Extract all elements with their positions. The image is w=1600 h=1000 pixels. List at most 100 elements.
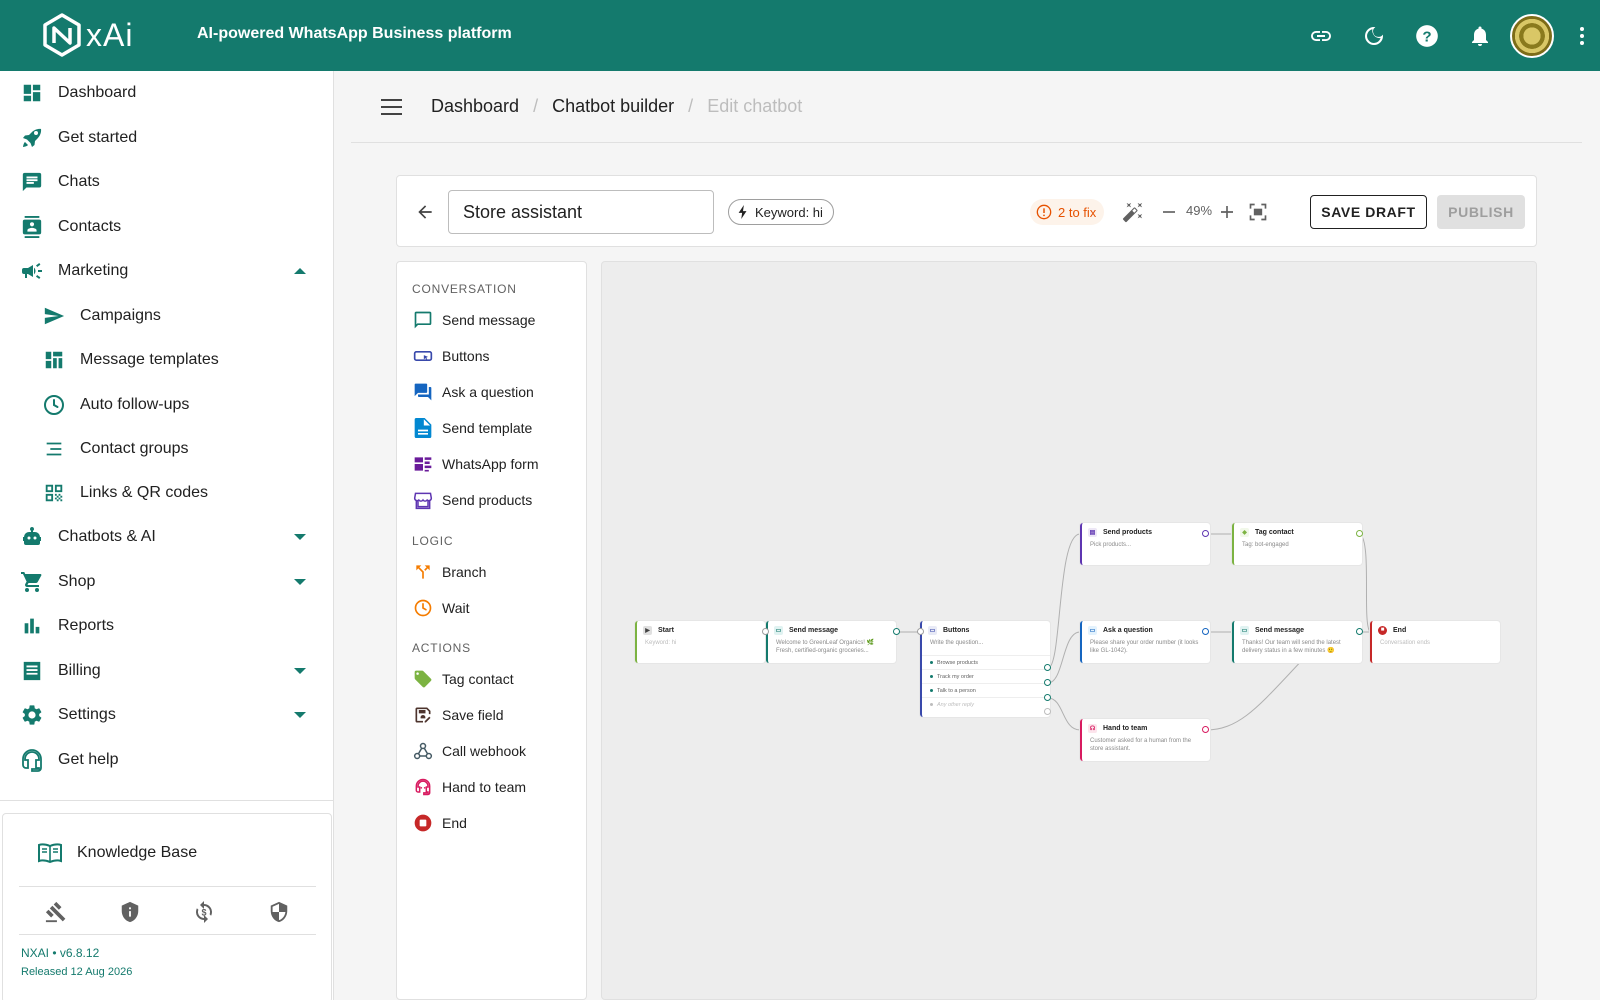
output-port[interactable] (1202, 726, 1209, 733)
sidebar-item-billing[interactable]: Billing (0, 649, 333, 693)
palette-item-ask-question[interactable]: Ask a question (412, 378, 534, 406)
palette-item-send-products[interactable]: Send products (412, 486, 532, 514)
sidebar-item-reports[interactable]: Reports (0, 604, 333, 648)
breadcrumb-current: Edit chatbot (707, 96, 803, 116)
flow-node-buttons[interactable]: ▭ Buttons Write the question... Browse pr… (920, 621, 1050, 717)
chevron-down-icon[interactable] (294, 579, 306, 585)
node-palette: CONVERSATION Send message Buttons Ask a … (396, 261, 587, 1000)
flow-node-start[interactable]: ▶ Start Keyword: hi (635, 621, 765, 663)
notifications-icon[interactable] (1453, 0, 1506, 71)
flow-node-end[interactable]: ■ End Conversation ends (1370, 621, 1500, 663)
sidebar-item-chats[interactable]: Chats (0, 160, 333, 204)
output-port[interactable] (1356, 628, 1363, 635)
sidebar-item-dashboard[interactable]: Dashboard (0, 71, 333, 115)
sidebar-item-auto-follow-ups[interactable]: Auto follow-ups (0, 383, 333, 427)
sidebar-item-contact-groups[interactable]: Contact groups (0, 427, 333, 471)
publish-button[interactable]: PUBLISH (1437, 195, 1525, 229)
knowledge-base-link[interactable]: Knowledge Base (37, 842, 197, 864)
gavel-icon[interactable] (45, 901, 67, 928)
chevron-down-icon[interactable] (294, 712, 306, 718)
button-option[interactable]: Browse products (922, 655, 1050, 669)
sidebar-item-shop[interactable]: Shop (0, 560, 333, 604)
palette-item-tag-contact[interactable]: Tag contact (412, 665, 514, 693)
sidebar-item-message-templates[interactable]: Message templates (0, 338, 333, 382)
any-reply-option[interactable]: Any other reply (922, 697, 1050, 711)
palette-item-whatsapp-form[interactable]: WhatsApp form (412, 450, 538, 478)
output-port[interactable] (1356, 530, 1363, 537)
button-option[interactable]: Track my order (922, 669, 1050, 683)
chevron-down-icon[interactable] (294, 534, 306, 540)
flow-node-ask-question[interactable]: ▭ Ask a question Please share your order … (1080, 621, 1210, 663)
palette-item-buttons[interactable]: Buttons (412, 342, 489, 370)
palette-item-call-webhook[interactable]: Call webhook (412, 737, 526, 765)
sidebar-item-campaigns[interactable]: Campaigns (0, 294, 333, 338)
palette-item-label: Send message (442, 312, 536, 328)
flow-node-send-message-2[interactable]: ▭ Send message Thanks! Our team will send… (1232, 621, 1362, 663)
palette-item-send-message[interactable]: Send message (412, 306, 535, 334)
refund-icon[interactable]: $ (192, 900, 216, 929)
privacy-shield-icon[interactable] (268, 901, 290, 928)
sidebar-item-chatbots[interactable]: Chatbots & AI (0, 515, 333, 559)
sidebar-item-links-qr[interactable]: Links & QR codes (0, 471, 333, 515)
fit-view-icon[interactable] (1244, 198, 1272, 226)
sidebar-item-marketing[interactable]: Marketing (0, 249, 333, 293)
save-draft-button[interactable]: SAVE DRAFT (1310, 195, 1427, 229)
output-port[interactable] (1202, 628, 1209, 635)
more-vert-icon[interactable] (1564, 0, 1600, 71)
node-title: Send message (789, 626, 839, 634)
shield-info-icon[interactable] (119, 901, 141, 928)
logo-icon (43, 13, 81, 57)
message-icon (412, 309, 434, 331)
bar-chart-icon (19, 613, 45, 639)
auto-layout-wand-icon[interactable] (1119, 198, 1147, 226)
chevron-up-icon[interactable] (294, 268, 306, 274)
logo[interactable]: xAi (42, 13, 133, 57)
button-option[interactable]: Talk to a person (922, 683, 1050, 697)
zoom-out-icon[interactable] (1155, 198, 1183, 226)
menu-icon[interactable] (381, 99, 402, 115)
help-icon[interactable]: ? (1400, 0, 1453, 71)
input-port[interactable] (917, 628, 924, 635)
issues-badge[interactable]: 2 to fix (1030, 199, 1105, 225)
output-port[interactable] (1044, 708, 1051, 715)
breadcrumb-chatbot-builder[interactable]: Chatbot builder (552, 96, 674, 117)
flow-node-hand-to-team[interactable]: ☊ Hand to team Customer asked for a human… (1080, 719, 1210, 761)
avatar[interactable] (1510, 13, 1554, 58)
contacts-icon (19, 214, 45, 240)
palette-item-save-field[interactable]: Save field (412, 701, 503, 729)
palette-item-label: Call webhook (442, 743, 527, 759)
flow-node-send-message[interactable]: ▭ Send message Welcome to GreenLeaf Organ… (766, 621, 896, 663)
sidebar-item-contacts[interactable]: Contacts (0, 205, 333, 249)
dark-mode-icon[interactable] (1347, 0, 1400, 71)
sidebar-item-settings[interactable]: Settings (0, 693, 333, 737)
keyword-trigger-chip[interactable]: Keyword: hi (728, 199, 834, 225)
output-port[interactable] (1044, 694, 1051, 701)
output-port[interactable] (893, 628, 900, 635)
palette-item-branch[interactable]: Branch (412, 558, 486, 586)
knowledge-base-card: Knowledge Base $ NXAI • v6.8.12 Released… (2, 813, 332, 1000)
sidebar-item-get-help[interactable]: Get help (0, 738, 333, 782)
back-arrow-icon[interactable] (411, 198, 439, 226)
palette-item-hand-to-team[interactable]: Hand to team (412, 773, 526, 801)
flow-node-tag-contact[interactable]: ◆ Tag contact Tag: bot-engaged (1232, 523, 1362, 565)
palette-item-wait[interactable]: Wait (412, 594, 469, 622)
input-port[interactable] (762, 628, 769, 635)
output-port[interactable] (1202, 530, 1209, 537)
flow-canvas[interactable]: ▶ Start Keyword: hi ▭ Send message Welcome… (601, 261, 1537, 1000)
output-port[interactable] (1044, 664, 1051, 671)
palette-item-send-template[interactable]: Send template (412, 414, 532, 442)
palette-item-label: Send products (442, 492, 533, 508)
chevron-down-icon[interactable] (294, 668, 306, 674)
output-port[interactable] (1044, 679, 1051, 686)
flow-node-send-products[interactable]: ▤ Send products Pick products... (1080, 523, 1210, 565)
palette-item-label: Tag contact (442, 671, 514, 687)
palette-item-end[interactable]: End (412, 809, 467, 837)
link-icon[interactable] (1294, 0, 1347, 71)
breadcrumb-dashboard[interactable]: Dashboard (431, 96, 519, 117)
sidebar-item-label: Billing (58, 662, 101, 679)
sidebar-item-get-started[interactable]: Get started (0, 116, 333, 160)
zoom-in-icon[interactable] (1213, 198, 1241, 226)
node-body: Conversation ends (1380, 640, 1431, 646)
app-tagline: AI-powered WhatsApp Business platform (197, 25, 512, 42)
chatbot-name-input[interactable] (448, 190, 714, 234)
